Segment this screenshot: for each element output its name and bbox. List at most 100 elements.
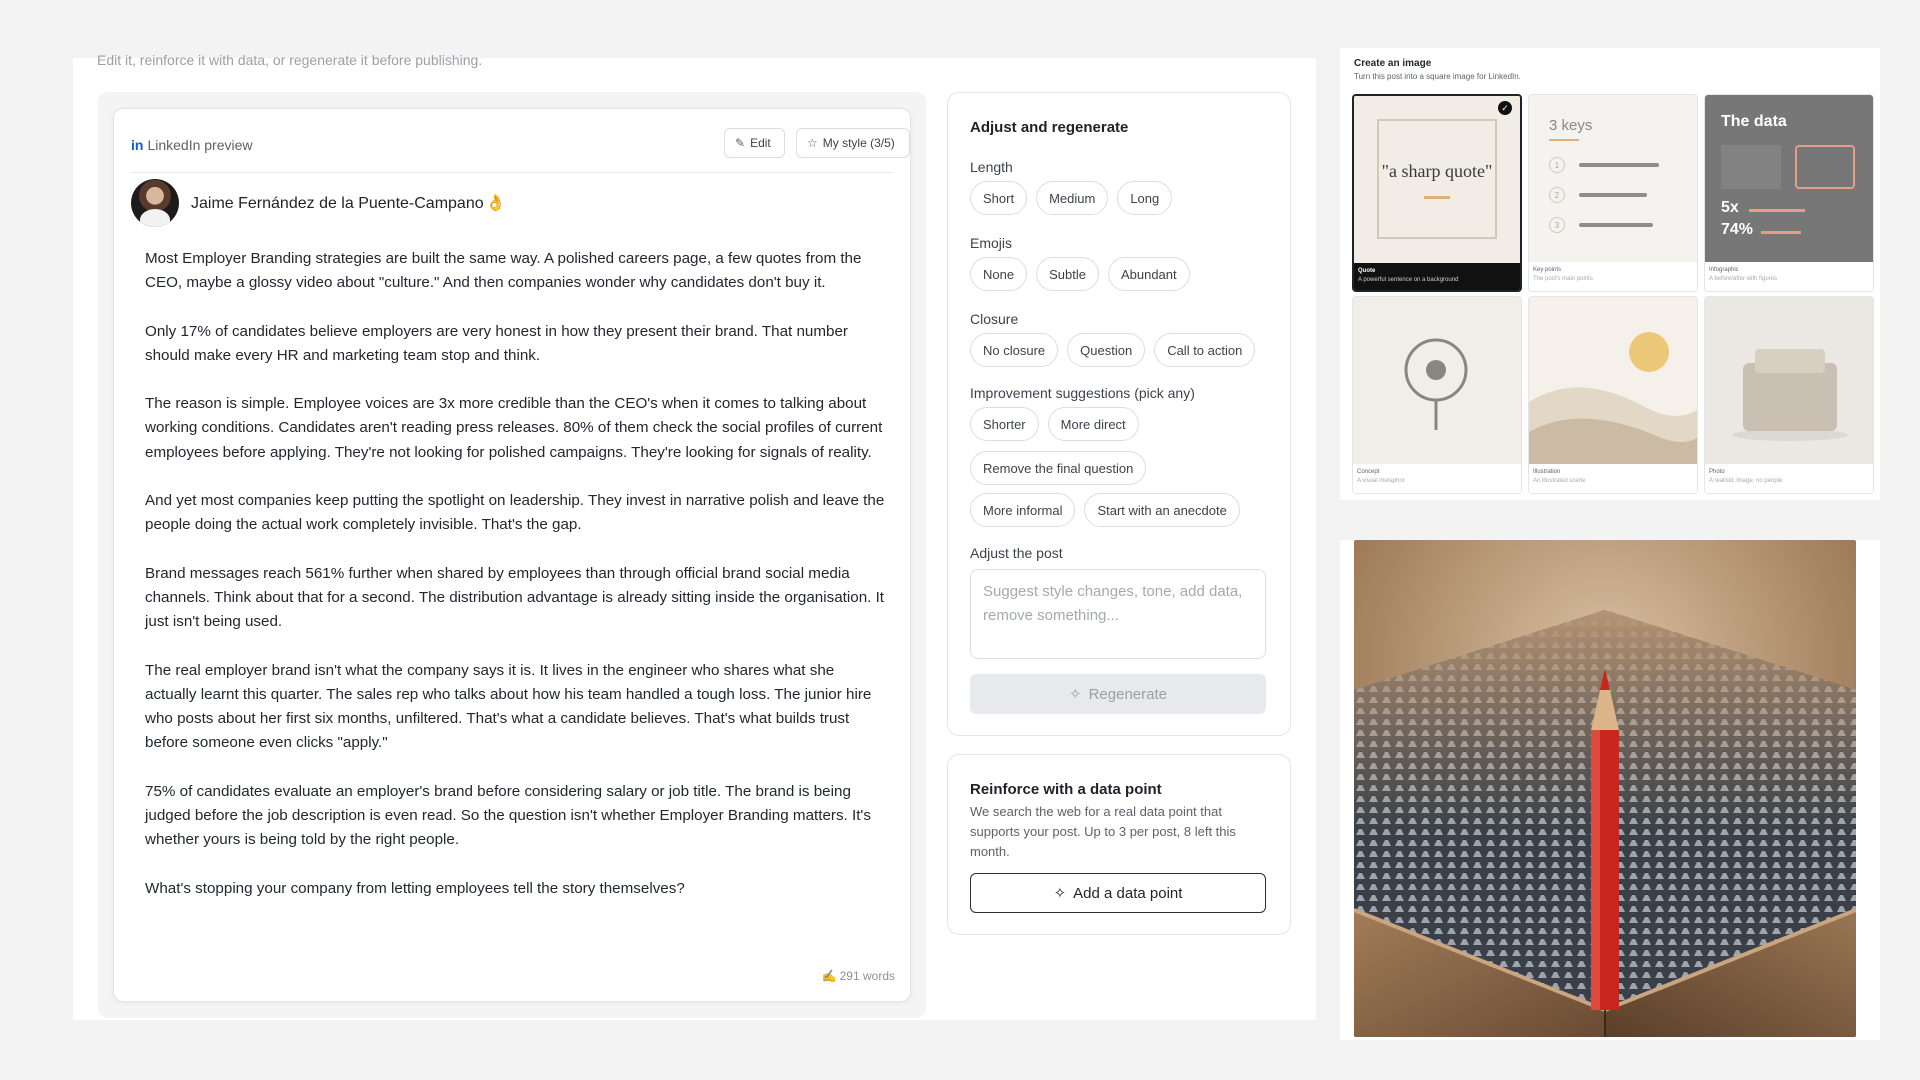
regenerate-button[interactable]: ✧ Regenerate <box>970 674 1266 714</box>
preview-label-text: LinkedIn preview <box>147 137 253 153</box>
check-icon: ✓ <box>1498 101 1512 115</box>
pencil-icon: ✎ <box>735 136 746 150</box>
generated-image <box>1354 540 1856 1037</box>
my-style-button-label: My style (3/5) <box>822 136 895 150</box>
emoji-subtle-chip[interactable]: Subtle <box>1036 257 1099 291</box>
keys-art-text: 3 keys <box>1549 117 1593 134</box>
image-option-quote[interactable]: "a sharp quote" ✓ Quote A powerful sente… <box>1352 94 1522 292</box>
word-count-text: 291 words <box>839 969 895 983</box>
tile-caption: Illustration An illustrated scene <box>1529 464 1697 493</box>
suggestions-label: Improvement suggestions (pick any) <box>970 385 1195 401</box>
keys-underline <box>1549 139 1579 141</box>
image-option-concept[interactable]: Concept A visual metaphor <box>1352 296 1522 494</box>
post-paragraph: Brand messages reach 561% further when s… <box>145 564 885 631</box>
suggestion-remove-question-chip[interactable]: Remove the final question <box>970 451 1147 485</box>
linkedin-icon: in <box>131 137 144 153</box>
tile-caption: Infographic A before/after with figures <box>1705 262 1873 291</box>
add-data-point-button[interactable]: ✧ Add a data point <box>970 873 1266 913</box>
adjust-post-input[interactable] <box>970 569 1266 659</box>
illustration-preview <box>1529 297 1697 464</box>
closure-question-chip[interactable]: Question <box>1067 333 1146 367</box>
suggestion-options-row-1: Shorter More direct <box>970 407 1139 441</box>
key-row: 1 <box>1549 157 1659 173</box>
infographic-preview: The data 5x 74% <box>1705 95 1873 262</box>
post-paragraph: Most Employer Branding strategies are bu… <box>145 250 862 292</box>
key-number: 2 <box>1549 187 1565 203</box>
post-paragraph: The reason is simple. Employee voices ar… <box>145 395 883 461</box>
key-number: 3 <box>1549 217 1565 233</box>
length-label: Length <box>970 159 1013 175</box>
infographic-box <box>1721 145 1781 189</box>
tile-description: An illustrated scene <box>1533 478 1586 484</box>
emoji-options: None Subtle Abundant <box>970 257 1190 291</box>
closure-label: Closure <box>970 311 1019 327</box>
preview-label: in LinkedIn preview <box>131 137 253 153</box>
adjust-post-label: Adjust the post <box>970 545 1063 561</box>
tile-description: A visual metaphor <box>1357 478 1405 484</box>
word-count: ✍ 291 words <box>822 969 895 983</box>
image-option-infographic[interactable]: The data 5x 74% Infographic A before/aft… <box>1704 94 1874 292</box>
suggestion-more-direct-chip[interactable]: More direct <box>1047 407 1139 441</box>
key-number: 1 <box>1549 157 1565 173</box>
suggestion-options-row-3: More informal Start with an anecdote <box>970 493 1240 527</box>
suggestion-anecdote-chip[interactable]: Start with an anecdote <box>1084 493 1240 527</box>
edit-button-label: Edit <box>750 136 771 150</box>
suggestion-shorter-chip[interactable]: Shorter <box>970 407 1039 441</box>
generated-image-panel <box>1340 540 1880 1040</box>
infographic-art-text: The data <box>1721 113 1787 130</box>
emojis-label: Emojis <box>970 235 1013 251</box>
image-option-photo[interactable]: Photo A realistic image, no people <box>1704 296 1874 494</box>
preview-header: in LinkedIn preview ✎ Edit ☆ My style (3/… <box>131 123 910 173</box>
my-style-button[interactable]: ☆ My style (3/5) <box>796 128 910 158</box>
length-short-chip[interactable]: Short <box>970 181 1028 215</box>
lightbulb-icon <box>1404 338 1468 430</box>
length-options: Short Medium Long <box>970 181 1173 215</box>
author-name: Jaime Fernández de la Puente-Campano 👌 <box>191 193 506 213</box>
edit-button[interactable]: ✎ Edit <box>724 128 785 158</box>
create-image-subtitle: Turn this post into a square image for L… <box>1354 72 1521 81</box>
quote-art-text: "a sharp quote" <box>1381 160 1493 181</box>
quote-frame: "a sharp quote" <box>1377 119 1497 239</box>
infographic-line <box>1749 209 1805 212</box>
photo-preview <box>1705 297 1873 464</box>
create-image-title: Create an image <box>1354 58 1432 69</box>
post-paragraph: Only 17% of candidates believe employers… <box>145 322 848 364</box>
key-points-preview: 3 keys 1 2 3 <box>1529 95 1697 262</box>
length-medium-chip[interactable]: Medium <box>1036 181 1109 215</box>
tile-title: Infographic <box>1709 267 1739 273</box>
suggestion-more-informal-chip[interactable]: More informal <box>970 493 1076 527</box>
reinforce-data-card: Reinforce with a data point We search th… <box>947 754 1291 935</box>
tile-title: Key points <box>1533 267 1562 273</box>
add-data-point-label: Add a data point <box>1073 884 1183 902</box>
suggestion-options-row-2: Remove the final question <box>970 451 1147 485</box>
author-name-text: Jaime Fernández de la Puente-Campano <box>191 195 484 212</box>
post-paragraph: 75% of candidates evaluate an employer's… <box>145 782 871 849</box>
infographic-box-highlight <box>1795 145 1855 189</box>
key-row: 3 <box>1549 217 1653 233</box>
tile-description: A powerful sentence on a background <box>1358 277 1459 283</box>
emoji-none-chip[interactable]: None <box>970 257 1028 291</box>
author-row: Jaime Fernández de la Puente-Campano 👌 <box>131 179 506 227</box>
closure-cta-chip[interactable]: Call to action <box>1154 333 1256 367</box>
key-bar <box>1579 163 1659 167</box>
key-bar <box>1579 193 1647 197</box>
intro-text: Edit it, reinforce it with data, or rege… <box>97 52 483 68</box>
tile-title: Photo <box>1709 469 1725 475</box>
infographic-line <box>1761 231 1801 234</box>
tile-description: A before/after with figures <box>1709 276 1778 282</box>
quote-accent-line <box>1424 195 1450 199</box>
tile-description: A realistic image, no people <box>1709 478 1783 484</box>
sparkle-icon: ✧ <box>1069 686 1082 703</box>
emoji-abundant-chip[interactable]: Abundant <box>1107 257 1190 291</box>
post-paragraph: What's stopping your company from lettin… <box>145 879 685 897</box>
linkedin-preview-card: in LinkedIn preview ✎ Edit ☆ My style (3/… <box>113 108 911 1002</box>
sparkle-icon: ✧ <box>1053 885 1067 902</box>
adjust-title: Adjust and regenerate <box>970 119 1129 136</box>
image-option-illustration[interactable]: Illustration An illustrated scene <box>1528 296 1698 494</box>
tile-description: The post's main points <box>1533 276 1593 282</box>
tile-caption: Concept A visual metaphor <box>1353 464 1521 493</box>
length-long-chip[interactable]: Long <box>1117 181 1173 215</box>
closure-none-chip[interactable]: No closure <box>970 333 1059 367</box>
image-option-key-points[interactable]: 3 keys 1 2 3 Key points The post's main … <box>1528 94 1698 292</box>
post-body: Most Employer Branding strategies are bu… <box>145 247 885 925</box>
